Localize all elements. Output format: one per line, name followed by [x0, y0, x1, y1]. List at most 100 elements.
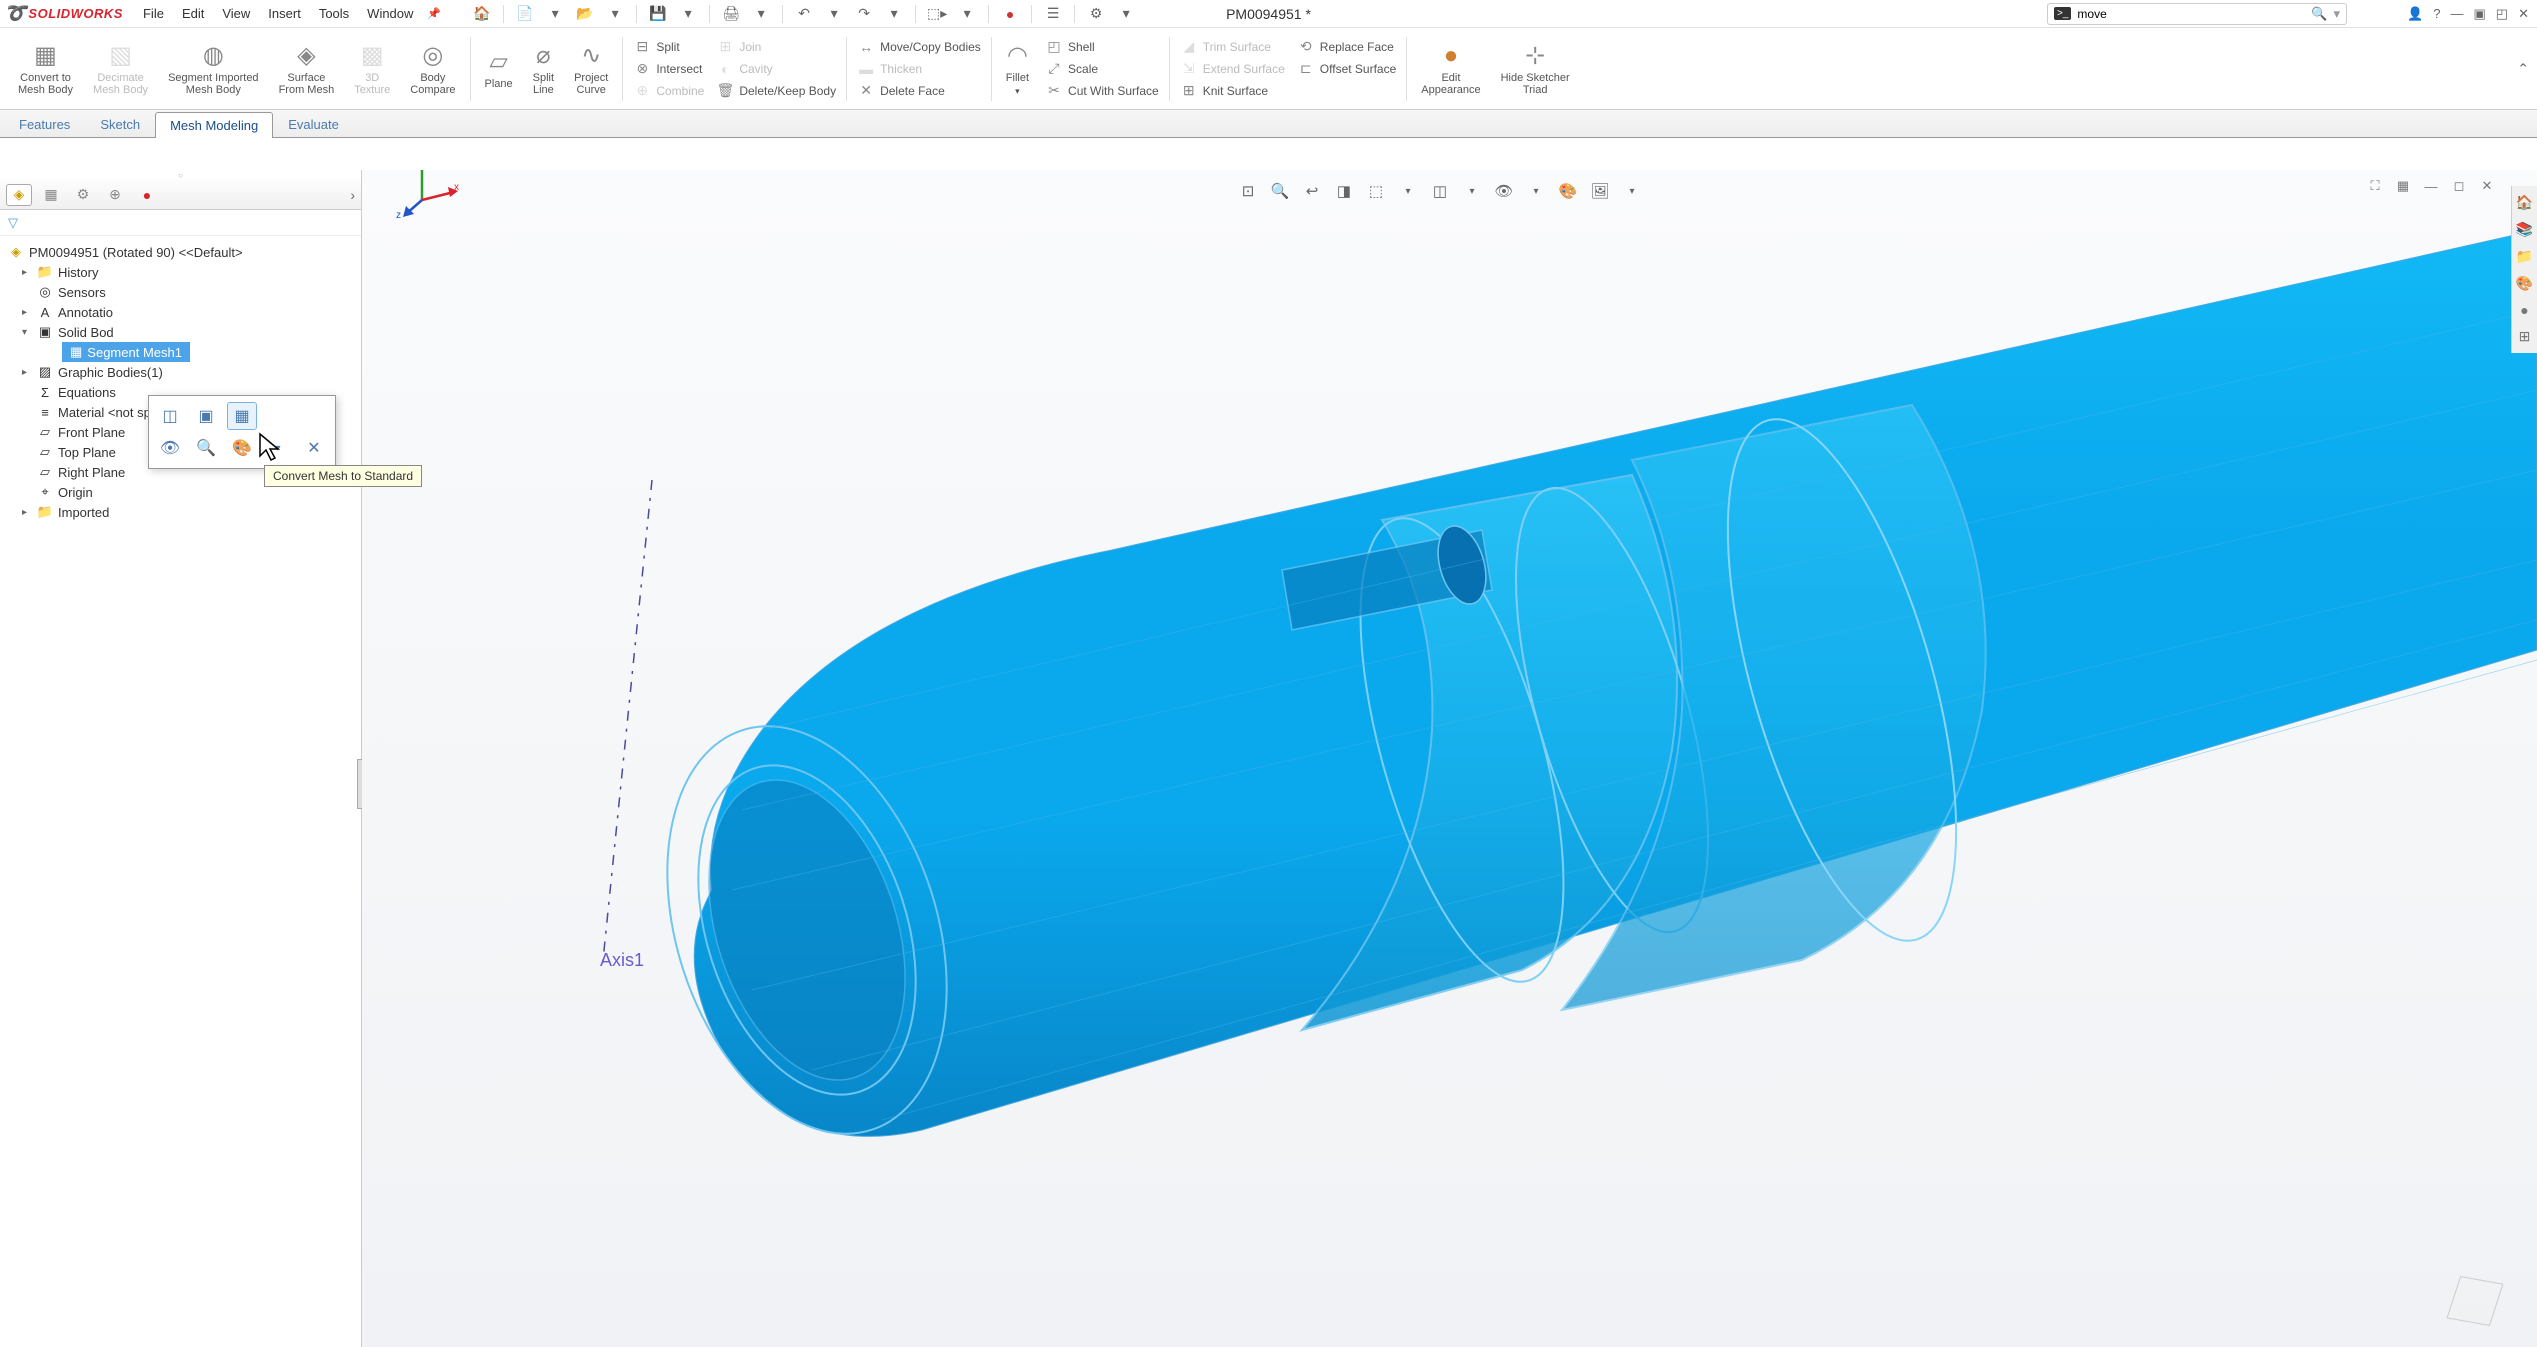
command-search[interactable]: >_ 🔍 ▾ [2047, 3, 2347, 25]
zoom-area-icon[interactable]: 🔍 [1267, 178, 1293, 204]
configuration-tab-icon[interactable]: ⚙ [70, 184, 96, 206]
chevron-down-icon[interactable]: ▾ [750, 3, 772, 25]
convert-mesh-icon[interactable]: ▦ [227, 402, 257, 430]
close-view-icon[interactable]: ✕ [2477, 176, 2497, 196]
edit-appearance-icon[interactable]: 🎨 [1555, 178, 1581, 204]
plane-button[interactable]: ▱ Plane [475, 47, 523, 90]
scale-button[interactable]: ⤢Scale [1045, 60, 1159, 78]
chevron-down-icon[interactable]: ▾ [1459, 178, 1485, 204]
search-icon[interactable]: 🔍 [2311, 6, 2327, 22]
graphics-area[interactable]: y x z [362, 170, 2537, 1347]
appearances-icon[interactable]: ● [2514, 302, 2535, 318]
delete-keep-button[interactable]: 🗑Delete/Keep Body [716, 82, 836, 100]
intersect-button[interactable]: ⊗Intersect [633, 60, 704, 78]
split-button[interactable]: ⊟Split [633, 38, 704, 56]
delete-icon[interactable]: ✕ [299, 434, 329, 462]
menu-view[interactable]: View [222, 6, 250, 21]
minimize-icon[interactable]: — [2451, 6, 2464, 22]
chevron-down-icon[interactable]: ▾ [604, 3, 626, 25]
new-icon[interactable]: 📄 [514, 3, 536, 25]
menu-file[interactable]: File [143, 6, 164, 21]
chevron-down-icon[interactable]: ▾ [2333, 6, 2340, 22]
chevron-down-icon[interactable]: ▾ [1115, 3, 1137, 25]
delete-face-button[interactable]: ✕Delete Face [857, 82, 981, 100]
zoom-fit-icon[interactable]: ⊡ [1235, 178, 1261, 204]
tree-sensors[interactable]: ◎ Sensors [4, 282, 357, 302]
redo-icon[interactable]: ↷ [853, 3, 875, 25]
tree-segment-mesh[interactable]: ▦ Segment Mesh1 [62, 342, 190, 362]
tree-history[interactable]: ▸ 📁 History [4, 262, 357, 282]
chevron-down-icon[interactable]: ▾ [1395, 178, 1421, 204]
tree-solid-bodies[interactable]: ▾ ▣ Solid Bod [4, 322, 357, 342]
undo-icon[interactable]: ↶ [793, 3, 815, 25]
restore-icon[interactable]: ▣ [2474, 6, 2486, 22]
chevron-down-icon[interactable]: ▾ [677, 3, 699, 25]
tree-filter[interactable]: ▽ [0, 210, 361, 236]
zoom-to-icon[interactable]: 🔍 [191, 434, 221, 462]
tile-icon[interactable]: ▦ [2393, 176, 2413, 196]
split-line-button[interactable]: ⌀ Split Line [523, 41, 564, 96]
chevron-down-icon[interactable]: ▾ [823, 3, 845, 25]
cut-surface-button[interactable]: ✂Cut With Surface [1045, 82, 1159, 100]
display-style-icon[interactable]: ◫ [1427, 178, 1453, 204]
expand-icon[interactable]: ▾ [22, 327, 32, 338]
hide-sketcher-button[interactable]: ⊹ Hide Sketcher Triad [1491, 41, 1580, 96]
isolate-icon[interactable]: ◫ [155, 402, 185, 430]
open-icon[interactable]: 📂 [574, 3, 596, 25]
tab-sketch[interactable]: Sketch [85, 111, 155, 137]
body-compare-button[interactable]: ◎ Body Compare [400, 41, 465, 96]
tree-annotations[interactable]: ▸ A Annotatio [4, 302, 357, 322]
print-icon[interactable]: 🖨 [720, 3, 742, 25]
menu-insert[interactable]: Insert [268, 6, 301, 21]
save-icon[interactable]: 💾 [647, 3, 669, 25]
minimize-view-icon[interactable]: — [2421, 176, 2441, 196]
view-triad[interactable]: y x z [392, 170, 2537, 1327]
project-curve-button[interactable]: ∿ Project Curve [564, 41, 618, 96]
ribbon-collapse-icon[interactable]: ⌃ [2517, 60, 2529, 77]
collapse-icon[interactable]: ▸ [22, 307, 32, 318]
settings-icon[interactable]: ⚙ [1085, 3, 1107, 25]
menu-window[interactable]: Window [367, 6, 413, 21]
property-manager-tab-icon[interactable]: ▦ [38, 184, 64, 206]
file-explorer-icon[interactable]: 📁 [2514, 248, 2535, 265]
select-icon[interactable]: ⬚▸ [926, 3, 948, 25]
maximize-view-icon[interactable]: ◻ [2449, 176, 2469, 196]
search-input[interactable] [2077, 7, 2311, 21]
hide-show-icon[interactable]: 👁 [1491, 178, 1517, 204]
chevron-down-icon[interactable]: ▾ [263, 434, 293, 462]
collapse-icon[interactable]: ▸ [22, 507, 32, 518]
tab-features[interactable]: Features [4, 111, 85, 137]
chevron-down-icon[interactable]: ▾ [1523, 178, 1549, 204]
offset-surface-button[interactable]: ⊏Offset Surface [1297, 60, 1396, 78]
replace-face-button[interactable]: ⟲Replace Face [1297, 38, 1396, 56]
expand-icon[interactable]: ⛶ [2365, 176, 2385, 196]
pin-icon[interactable]: 📌 [427, 7, 441, 20]
maximize-icon[interactable]: ◰ [2496, 6, 2508, 22]
menu-edit[interactable]: Edit [182, 6, 204, 21]
resources-icon[interactable]: 🏠 [2514, 194, 2535, 211]
options-icon[interactable]: ☰ [1042, 3, 1064, 25]
apply-scene-icon[interactable]: 🖼 [1587, 178, 1613, 204]
tab-evaluate[interactable]: Evaluate [273, 111, 354, 137]
section-view-icon[interactable]: ◨ [1331, 178, 1357, 204]
display-tab-icon[interactable]: ● [134, 184, 160, 206]
view-orientation-icon[interactable]: ⬚ [1363, 178, 1389, 204]
design-library-icon[interactable]: 📚 [2514, 221, 2535, 238]
home-icon[interactable]: 🏠 [471, 3, 493, 25]
move-copy-button[interactable]: ↔Move/Copy Bodies [857, 38, 981, 56]
chevron-down-icon[interactable]: ▾ [544, 3, 566, 25]
chevron-down-icon[interactable]: ▾ [883, 3, 905, 25]
appearance-icon[interactable]: 🎨 [227, 434, 257, 462]
menu-tools[interactable]: Tools [319, 6, 349, 21]
tree-expand-icon[interactable]: › [350, 187, 355, 203]
user-icon[interactable]: 👤 [2407, 6, 2423, 22]
tree-imported[interactable]: ▸ 📁 Imported [4, 502, 357, 522]
chevron-down-icon[interactable]: ▾ [956, 3, 978, 25]
previous-view-icon[interactable]: ↩ [1299, 178, 1325, 204]
segment-imported-button[interactable]: ◍ Segment Imported Mesh Body [158, 41, 269, 96]
body-icon[interactable]: ▣ [191, 402, 221, 430]
collapse-icon[interactable]: ▸ [22, 267, 32, 278]
convert-to-mesh-button[interactable]: ▦ Convert to Mesh Body [8, 41, 83, 96]
chevron-down-icon[interactable]: ▾ [1015, 86, 1020, 97]
shell-button[interactable]: ◰Shell [1045, 38, 1159, 56]
